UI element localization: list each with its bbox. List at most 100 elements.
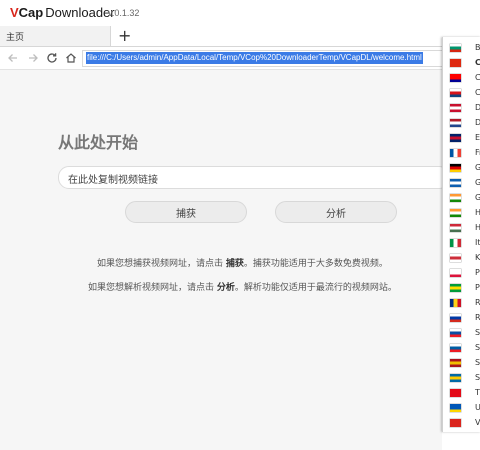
language-item[interactable]: Cz (443, 86, 480, 101)
flag-icon (450, 344, 461, 352)
flag-icon (450, 119, 461, 127)
language-item[interactable]: Hu (443, 221, 480, 236)
capture-hint-text-end: 。捕获功能适用于大多数免费视频。 (243, 259, 388, 269)
flag-icon (450, 44, 461, 52)
language-item[interactable]: Ro (443, 296, 480, 311)
language-item[interactable]: Ru (443, 311, 480, 326)
language-label: Po (475, 268, 480, 277)
language-label: Ko (475, 253, 480, 262)
title-bar: V Cap Downloader v.0.1.32 (0, 0, 480, 26)
language-item[interactable]: Bu (443, 41, 480, 56)
flag-icon (450, 209, 461, 217)
back-icon[interactable] (6, 51, 20, 65)
video-link-input[interactable]: 在此处复制视频链接 (58, 166, 450, 189)
address-url[interactable]: file:///C:/Users/admin/AppData/Local/Tem… (86, 52, 423, 64)
flag-icon (450, 299, 461, 307)
language-item[interactable]: Sp (443, 356, 480, 371)
flag-icon (450, 359, 461, 367)
language-item[interactable]: Hi (443, 206, 480, 221)
capture-hint-keyword: 捕获 (225, 259, 244, 269)
language-label: C (475, 58, 480, 67)
flag-icon (450, 164, 461, 172)
language-label: T (475, 388, 480, 397)
language-label: Sl (475, 328, 480, 337)
navigation-bar: file:///C:/Users/admin/AppData/Local/Tem… (0, 47, 480, 70)
forward-icon[interactable] (26, 51, 40, 65)
app-logo: V Cap Downloader (10, 6, 115, 20)
language-menu: Bu C Cl Cz Da Du En Fr Ge Gr Gu Hi Hu It Ko Po Pt Ro Ru Sl S… (442, 37, 480, 432)
app-version: v.0.1.32 (108, 8, 140, 18)
language-item[interactable]: Ge (443, 161, 480, 176)
tab-label: 主页 (6, 33, 25, 43)
language-label: Pt (475, 283, 480, 292)
flag-icon (450, 224, 461, 232)
language-item[interactable]: Gu (443, 191, 480, 206)
language-item[interactable]: C (443, 56, 480, 71)
flag-icon (450, 284, 461, 292)
language-item[interactable]: Da (443, 101, 480, 116)
flag-icon (450, 194, 461, 202)
tab-home[interactable]: 主页 (0, 26, 111, 46)
language-label: Ru (475, 313, 480, 322)
logo-name: Downloader (45, 5, 115, 20)
language-item[interactable]: Pt (443, 281, 480, 296)
language-item[interactable]: T (443, 386, 480, 401)
page-title: 从此处开始 (58, 133, 139, 152)
logo-v: V (10, 5, 19, 20)
tab-strip: 主页 + (0, 26, 480, 47)
flag-icon (450, 314, 461, 322)
language-item[interactable]: Du (443, 116, 480, 131)
language-label: U (475, 403, 480, 412)
language-item[interactable]: Gr (443, 176, 480, 191)
language-item[interactable]: Cl (443, 71, 480, 86)
language-label: Sl (475, 343, 480, 352)
language-item[interactable]: U (443, 401, 480, 416)
flag-icon (450, 74, 461, 82)
reload-icon[interactable] (45, 51, 59, 65)
capture-hint: 如果您想捕获视频网址，请点击 捕获。捕获功能适用于大多数免费视频。 (97, 256, 388, 269)
capture-button[interactable]: 捕获 (125, 201, 247, 223)
flag-icon (450, 404, 461, 412)
flag-icon (450, 59, 461, 67)
flag-icon (450, 329, 461, 337)
language-item[interactable]: Sv (443, 371, 480, 386)
flag-icon (450, 179, 461, 187)
language-label: Sp (475, 358, 480, 367)
capture-hint-text: 如果您想捕获视频网址，请点击 (97, 259, 226, 269)
language-item[interactable]: Po (443, 266, 480, 281)
language-label: En (475, 133, 480, 142)
video-link-input-value: 在此处复制视频链接 (68, 175, 158, 186)
analyze-hint: 如果您想解析视频网址，请点击 分析。解析功能仅适用于最流行的视频网站。 (88, 280, 397, 293)
flag-icon (450, 239, 461, 247)
language-item[interactable]: En (443, 131, 480, 146)
language-item[interactable]: Ko (443, 251, 480, 266)
flag-icon (450, 149, 461, 157)
analyze-button[interactable]: 分析 (275, 201, 397, 223)
language-item[interactable]: Fr (443, 146, 480, 161)
language-label: It (475, 238, 480, 247)
address-bar[interactable]: file:///C:/Users/admin/AppData/Local/Tem… (82, 50, 480, 67)
language-label: Gr (475, 178, 480, 187)
flag-icon (450, 89, 461, 97)
flag-icon (450, 134, 461, 142)
language-label: Gu (475, 193, 480, 202)
flag-icon (450, 419, 461, 427)
language-item[interactable]: V (443, 416, 480, 431)
language-item[interactable]: It (443, 236, 480, 251)
language-label: Hi (475, 208, 480, 217)
home-icon[interactable] (64, 51, 78, 65)
language-label: Hu (475, 223, 480, 232)
language-label: Du (475, 118, 480, 127)
language-item[interactable]: Sl (443, 341, 480, 356)
flag-icon (450, 104, 461, 112)
language-label: Cl (475, 73, 480, 82)
language-label: Ge (475, 163, 480, 172)
language-label: Da (475, 103, 480, 112)
new-tab-button[interactable]: + (118, 26, 131, 46)
logo-cap: Cap (18, 5, 44, 20)
language-item[interactable]: Sl (443, 326, 480, 341)
analyze-hint-keyword: 分析 (216, 283, 235, 293)
language-label: Fr (475, 148, 480, 157)
welcome-page: 从此处开始 在此处复制视频链接 捕获 分析 如果您想捕获视频网址，请点击 捕获。… (0, 70, 450, 450)
language-label: V (475, 418, 480, 427)
